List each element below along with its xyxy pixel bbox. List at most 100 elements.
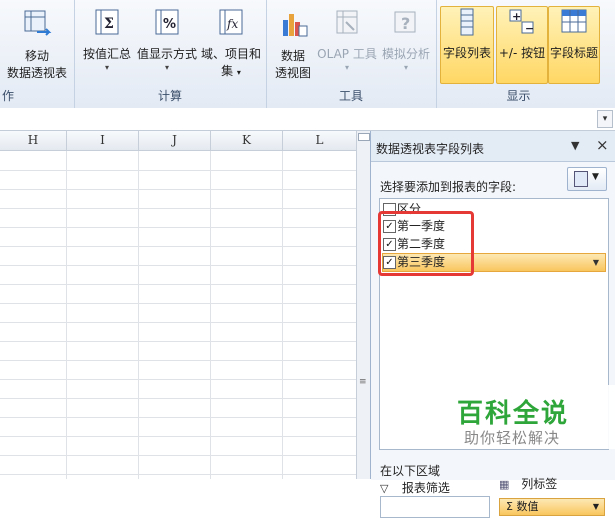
gridline-row (0, 436, 356, 437)
gridline-col (282, 151, 283, 479)
ribbon-group-calc: Σ 按值汇总 ▾ % 值显示方式 ▾ fx 域、项目和 集 ▾ 计算 (74, 0, 267, 108)
column-header-k[interactable]: K (211, 131, 283, 151)
gridline-row (0, 322, 356, 323)
show-values-as-button[interactable]: % 值显示方式 ▾ (135, 8, 199, 72)
annotation-highlight-box (378, 211, 474, 276)
gridline-row (0, 474, 356, 475)
gridline-row (0, 265, 356, 266)
svg-text:−: − (525, 22, 534, 35)
group-label-operations: 作 (2, 89, 15, 103)
filter-icon: ▽ (380, 482, 389, 495)
olap-tools-button[interactable]: OLAP 工具 ▾ (316, 8, 378, 72)
pivot-chart-button[interactable]: 数据 透视图 (270, 8, 316, 82)
vertical-scrollbar[interactable]: ≡ (356, 131, 371, 479)
gridline-row (0, 189, 356, 190)
olap-icon (316, 8, 378, 43)
column-header-h[interactable]: H (0, 131, 67, 151)
report-filter-area-header: ▽ 报表筛选 (380, 479, 450, 496)
svg-text:fx: fx (226, 17, 238, 31)
svg-text:?: ? (401, 14, 410, 33)
watermark: 百科全说 助你轻松解决 (437, 385, 615, 449)
plus-minus-icon: + − (497, 7, 547, 42)
group-label-calc: 计算 (157, 89, 182, 103)
pivot-chart-label-1: 数据 (280, 49, 305, 63)
formula-icon: fx (199, 8, 263, 43)
drag-areas-label: 在以下区域 (380, 464, 441, 478)
column-header-l[interactable]: L (283, 131, 356, 151)
formula-bar[interactable]: ▾ (0, 108, 615, 131)
field-headers-button[interactable]: 字段标题 (548, 6, 600, 84)
chevron-down-icon: ▼ (592, 172, 599, 182)
gridline-row (0, 341, 356, 342)
column-labels-label: 列标签 (521, 477, 558, 491)
split-box[interactable] (358, 133, 370, 141)
report-filter-drop-area[interactable] (380, 496, 490, 518)
gridline-row (0, 398, 356, 399)
show-values-as-caret: ▾ (164, 63, 169, 72)
ribbon: 移动 数据透视表 作 Σ 按值汇总 ▾ % 值显示方式 ▾ fx 域、项目和 集… (0, 0, 615, 109)
gridline-row (0, 455, 356, 456)
layout-icon (574, 171, 588, 187)
pane-close-icon[interactable]: × (596, 136, 609, 154)
sigma-icon: Σ (79, 8, 135, 43)
group-label-tools: 工具 (338, 89, 363, 103)
worksheet-grid[interactable]: H I J K L (0, 131, 356, 479)
watermark-title: 百科全说 (457, 399, 570, 429)
pane-title: 数据透视表字段列表 (376, 142, 485, 156)
pivot-chart-label-2: 透视图 (274, 66, 311, 80)
field-list-icon (441, 7, 493, 42)
values-field-chip[interactable]: Σ 数值 ▼ (499, 498, 605, 516)
gridline-row (0, 170, 356, 171)
gridline-row (0, 227, 356, 228)
gridline-col (210, 151, 211, 479)
move-pivot-icon (4, 8, 70, 45)
percent-icon: % (135, 8, 199, 43)
values-chip-label: Σ 数值 (506, 500, 539, 513)
summarize-values-button[interactable]: Σ 按值汇总 ▾ (79, 8, 135, 72)
chevron-down-icon[interactable]: ▼ (593, 254, 599, 271)
ribbon-group-show: 字段列表 + − +/- 按钮 字段标题 显示 (436, 0, 601, 108)
ribbon-group-operations: 移动 数据透视表 作 (0, 0, 75, 108)
svg-text:+: + (512, 10, 521, 23)
what-if-analysis-label: 模拟分析 (381, 47, 430, 61)
what-if-icon: ? (378, 8, 434, 43)
gridline-row (0, 246, 356, 247)
show-values-as-label: 值显示方式 (136, 47, 197, 61)
move-pivot-label-1: 移动 (24, 49, 49, 63)
field-list-button[interactable]: 字段列表 (440, 6, 494, 84)
group-label-show: 显示 (506, 89, 531, 103)
chevron-down-icon[interactable]: ▼ (593, 499, 599, 515)
watermark-subtitle: 助你轻松解决 (464, 429, 561, 447)
ribbon-group-tools: 数据 透视图 OLAP 工具 ▾ ? 模拟分析 ▾ 工具 (266, 0, 437, 108)
what-if-analysis-caret: ▾ (403, 63, 408, 72)
olap-tools-label: OLAP 工具 (317, 47, 377, 61)
olap-tools-caret: ▾ (344, 63, 349, 72)
gridline-row (0, 360, 356, 361)
report-filter-label: 报表筛选 (401, 481, 450, 495)
pivot-chart-icon (270, 8, 316, 45)
pane-layout-button[interactable]: ▼ (567, 167, 607, 191)
summarize-values-label: 按值汇总 (82, 47, 131, 61)
gridline-row (0, 379, 356, 380)
plus-minus-buttons-button[interactable]: + − +/- 按钮 (496, 6, 548, 84)
pane-menu-icon[interactable]: ▼ (571, 139, 579, 152)
what-if-analysis-button[interactable]: ? 模拟分析 ▾ (378, 8, 434, 72)
plus-minus-label: +/- 按钮 (498, 46, 546, 60)
scrollbar-grip-icon[interactable]: ≡ (359, 378, 367, 387)
gridline-row (0, 208, 356, 209)
gridline-col (138, 151, 139, 479)
move-pivot-button[interactable]: 移动 数据透视表 (4, 8, 70, 82)
column-labels-area-header: ▦ 列标签 (499, 475, 557, 492)
summarize-values-caret: ▾ (104, 63, 109, 72)
fields-items-sets-caret: ▾ (236, 68, 241, 77)
column-header-j[interactable]: J (139, 131, 211, 151)
column-header-i[interactable]: I (67, 131, 139, 151)
fields-items-sets-label-2: 集 (221, 64, 234, 78)
expand-formula-bar-button[interactable]: ▾ (597, 110, 613, 128)
gridline-row (0, 303, 356, 304)
fields-items-sets-button[interactable]: fx 域、项目和 集 ▾ (199, 8, 263, 81)
field-headers-icon (549, 7, 599, 42)
fields-items-sets-label-1: 域、项目和 (200, 47, 261, 61)
choose-fields-label: 选择要添加到报表的字段: (380, 180, 517, 194)
svg-text:%: % (163, 17, 176, 32)
